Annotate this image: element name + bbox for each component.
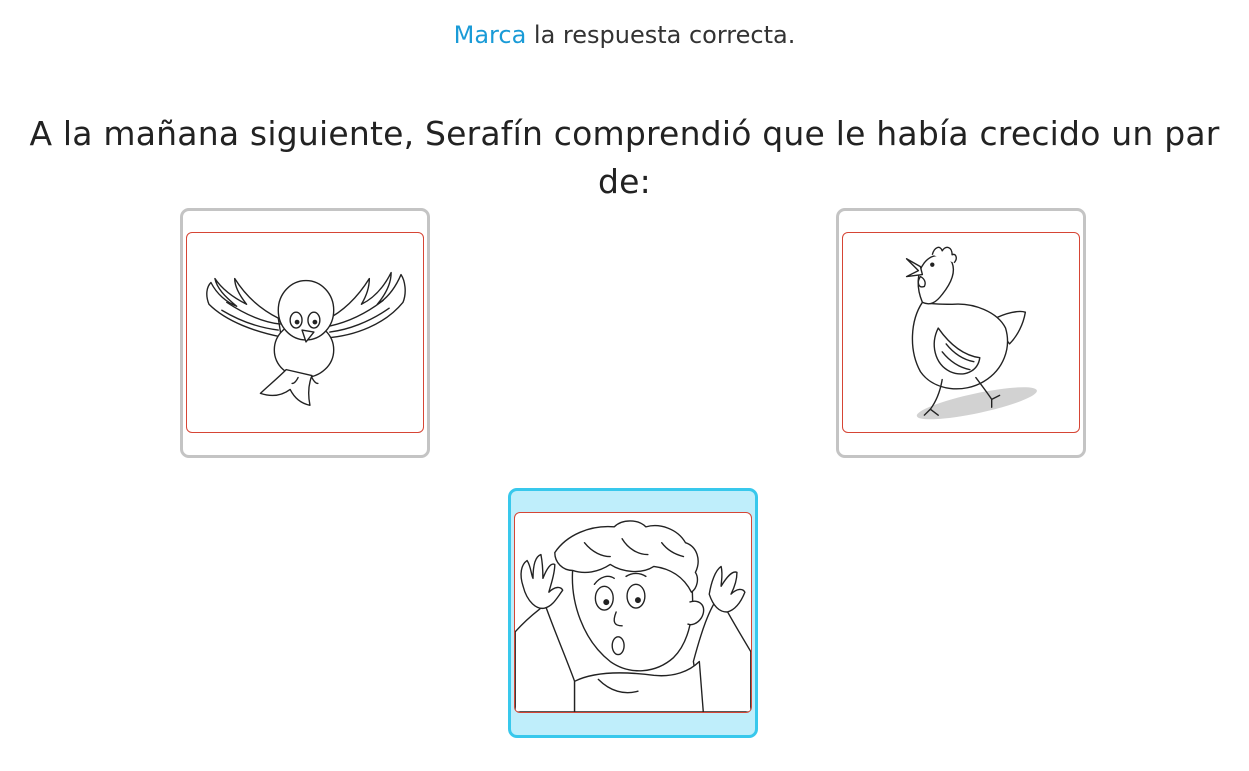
option-image-frame	[186, 232, 424, 433]
answer-option-boy[interactable]	[508, 488, 758, 738]
answer-option-bird[interactable]	[180, 208, 430, 458]
instruction-highlight: Marca	[453, 21, 527, 49]
option-image-frame	[842, 232, 1080, 433]
answer-option-hen[interactable]	[836, 208, 1086, 458]
bird-drawing-image	[206, 271, 406, 406]
question-text: A la mañana siguiente, Serafín comprendi…	[29, 114, 1220, 201]
hen-drawing-image	[905, 246, 1037, 420]
instruction-rest: la respuesta correcta.	[526, 21, 796, 49]
instruction-text: Marca la respuesta correcta.	[0, 17, 1249, 53]
boy-drawing-image	[515, 520, 751, 712]
option-image-frame	[514, 512, 752, 713]
